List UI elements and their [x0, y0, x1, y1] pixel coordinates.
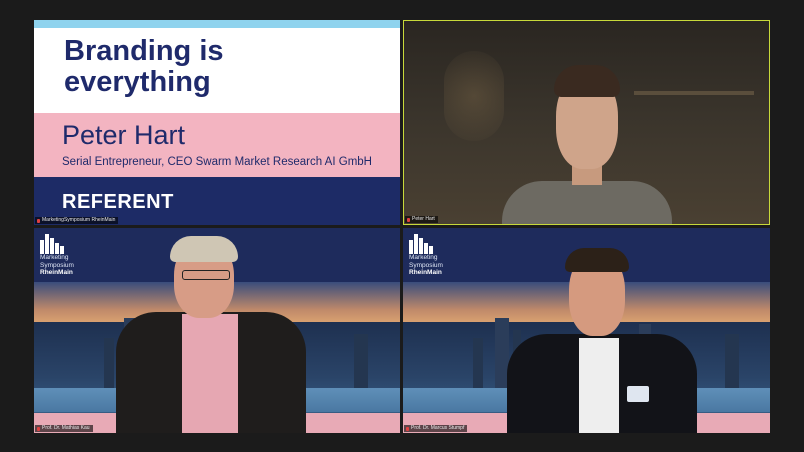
- participant-video: [403, 228, 770, 433]
- video-tile-mathias[interactable]: Marketing Symposium RheinMain Prof. Dr. …: [34, 228, 400, 433]
- video-tile-peter-hart[interactable]: Peter Hart: [403, 20, 770, 225]
- slide-title: Branding is everything: [64, 36, 384, 98]
- hair: [565, 248, 629, 272]
- hair: [554, 65, 620, 97]
- torso: [502, 181, 672, 224]
- slide-top-bar: [34, 20, 400, 28]
- shared-slide-tile[interactable]: Branding is everything Peter Hart Serial…: [34, 20, 400, 225]
- participant-name-tag: MarketingSymposium RheinMain: [35, 217, 119, 224]
- mic-muted-icon: [406, 426, 409, 431]
- slide-badge: REFERENT: [62, 191, 174, 213]
- shirt: [182, 314, 238, 433]
- pocket-square: [627, 386, 649, 402]
- mic-muted-icon: [407, 217, 410, 222]
- mic-muted-icon: [37, 426, 40, 431]
- slide-title-line1: Branding is: [64, 35, 224, 67]
- slide-speaker-name: Peter Hart: [62, 120, 186, 150]
- slide-speaker-role: Serial Entrepreneur, CEO Swarm Market Re…: [62, 156, 372, 168]
- participant-name: Prof. Dr. Mathias Kau: [42, 425, 90, 431]
- slide-title-line2: everything: [64, 66, 211, 98]
- participant-name-tag: Prof. Dr. Mathias Kau: [35, 425, 93, 432]
- mic-muted-icon: [37, 218, 40, 223]
- participant-name-tag: Peter Hart: [405, 216, 438, 223]
- shirt: [579, 338, 619, 433]
- participant-name: Peter Hart: [412, 216, 435, 222]
- participant-video: [404, 21, 769, 224]
- participant-name: MarketingSymposium RheinMain: [42, 217, 116, 223]
- participant-video: [34, 228, 400, 433]
- hair: [170, 236, 238, 262]
- participant-name-tag: Prof. Dr. Marcus Stumpf: [404, 425, 468, 432]
- video-tile-marcus[interactable]: Marketing Symposium RheinMain Prof. Dr. …: [403, 228, 770, 433]
- participant-name: Prof. Dr. Marcus Stumpf: [411, 425, 465, 431]
- glasses-icon: [182, 270, 230, 280]
- slide-speaker-band: Peter Hart Serial Entrepreneur, CEO Swar…: [34, 113, 400, 177]
